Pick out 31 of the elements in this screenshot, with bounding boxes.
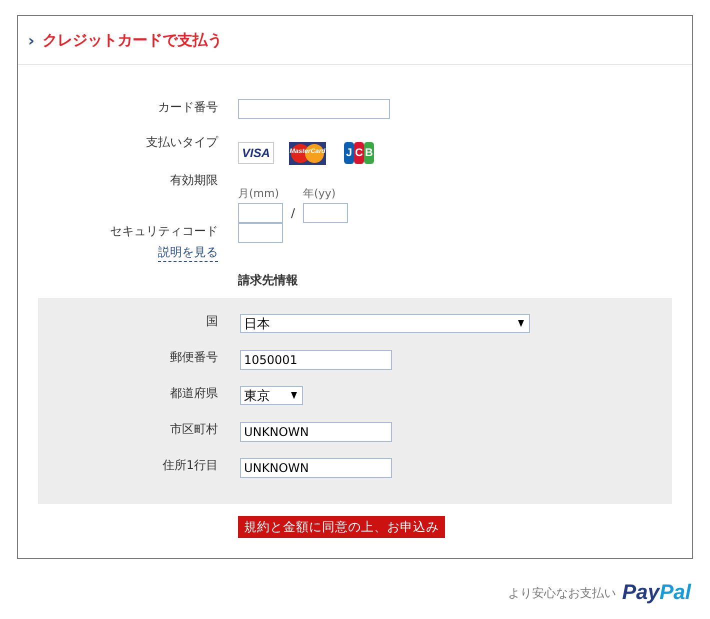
field-label: 都道府県 [169, 385, 218, 402]
security-code-field[interactable] [238, 223, 283, 243]
separator: / [291, 206, 296, 220]
paypal-logo: PayPal [622, 581, 691, 605]
month-field[interactable] [238, 203, 283, 223]
field-label: カード番号 [157, 99, 218, 116]
select-field[interactable]: 東京 [240, 386, 303, 405]
month-label: 月(mm) [238, 187, 280, 200]
text-field[interactable]: UNKNOWN [240, 458, 392, 478]
select-field[interactable]: 日本 [240, 314, 530, 333]
footer-text: より安心なお支払い [508, 584, 616, 602]
field-label: 支払いタイプ [145, 134, 218, 151]
field-label: 住所1行目 [161, 457, 218, 474]
field-label: 国 [205, 313, 218, 330]
section-title: クレジットカードで支払う [42, 30, 223, 50]
field-label: 有効期限 [169, 172, 218, 189]
text-field[interactable]: UNKNOWN [240, 422, 392, 442]
chevron-icon: › [28, 30, 35, 50]
billing-heading: 請求先情報 [238, 272, 298, 289]
text-field[interactable]: 1050001 [240, 350, 392, 370]
visa-logo: VISA [238, 142, 274, 164]
field-label: 市区町村 [169, 421, 218, 438]
caret-icon [518, 320, 524, 327]
caret-icon [291, 392, 297, 399]
help-link[interactable]: 説明を見る [158, 244, 218, 262]
year-field[interactable] [303, 203, 348, 223]
field-label: 郵便番号 [169, 349, 218, 366]
year-label: 年(yy) [303, 187, 337, 200]
card-number-field[interactable] [238, 99, 390, 119]
submit-button[interactable]: 規約と金額に同意の上、お申込み [238, 516, 445, 538]
field-label: セキュリティコード [109, 223, 218, 240]
